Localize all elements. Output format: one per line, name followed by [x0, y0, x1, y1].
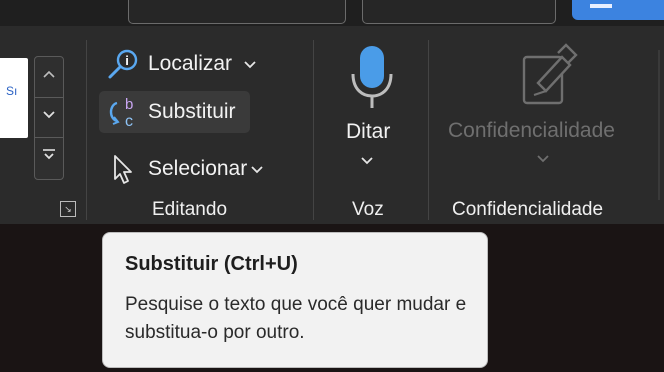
- style-gallery-thumbnail[interactable]: Sı: [0, 58, 28, 138]
- sensitivity-label-icon: [522, 43, 578, 105]
- gallery-scroll-down-button[interactable]: [35, 97, 63, 132]
- top-bar: [0, 0, 664, 26]
- svg-text:c: c: [125, 113, 133, 129]
- more-chevron-icon: [43, 149, 55, 160]
- group-label-voz: Voz: [352, 199, 384, 220]
- separator: [86, 40, 87, 220]
- top-field-2[interactable]: [362, 0, 556, 24]
- top-blue-button[interactable]: [572, 0, 664, 20]
- substituir-label: Substituir: [148, 100, 236, 123]
- top-field-1[interactable]: [128, 0, 346, 24]
- substituir-tooltip: Substituir (Ctrl+U) Pesquise o texto que…: [102, 232, 488, 368]
- selecionar-label: Selecionar: [148, 157, 248, 180]
- ditar-button[interactable]: Ditar: [346, 120, 390, 144]
- search-icon: i: [104, 48, 142, 80]
- selecionar-button[interactable]: Selecionar: [104, 150, 263, 188]
- separator: [428, 40, 429, 220]
- chevron-up-icon: [43, 70, 55, 78]
- group-label-editando: Editando: [152, 199, 228, 220]
- tooltip-description: Pesquise o texto que você quer mudar e s…: [125, 294, 467, 343]
- gallery-scroll-up-button[interactable]: [35, 57, 63, 91]
- confidencialidade-button[interactable]: Confidencialidade: [448, 119, 615, 143]
- substituir-button[interactable]: b c Substituir: [99, 91, 250, 133]
- chevron-down-icon[interactable]: [361, 152, 373, 169]
- chevron-down-icon: [43, 111, 55, 119]
- style-gallery-scroll: [34, 56, 64, 180]
- separator: [313, 40, 314, 220]
- select-cursor-icon: [104, 153, 142, 185]
- replace-icon: b c: [104, 96, 142, 129]
- chevron-down-icon[interactable]: [244, 56, 256, 73]
- top-blue-button-mark: [590, 4, 612, 8]
- chevron-down-icon[interactable]: [251, 161, 263, 178]
- gallery-more-button[interactable]: [35, 137, 63, 172]
- separator: [658, 50, 660, 200]
- group-label-confidencialidade: Confidencialidade: [452, 199, 604, 220]
- svg-text:b: b: [125, 96, 133, 113]
- chevron-down-icon: [537, 150, 549, 167]
- localizar-label: Localizar: [148, 52, 233, 75]
- style-preview-mark: Sı: [6, 84, 18, 98]
- tooltip-title: Substituir (Ctrl+U): [125, 253, 298, 275]
- svg-text:i: i: [125, 53, 129, 68]
- styles-dialog-launcher-icon[interactable]: ↘: [60, 201, 76, 217]
- microphone-icon[interactable]: [349, 44, 395, 110]
- localizar-button[interactable]: i Localizar: [104, 45, 256, 83]
